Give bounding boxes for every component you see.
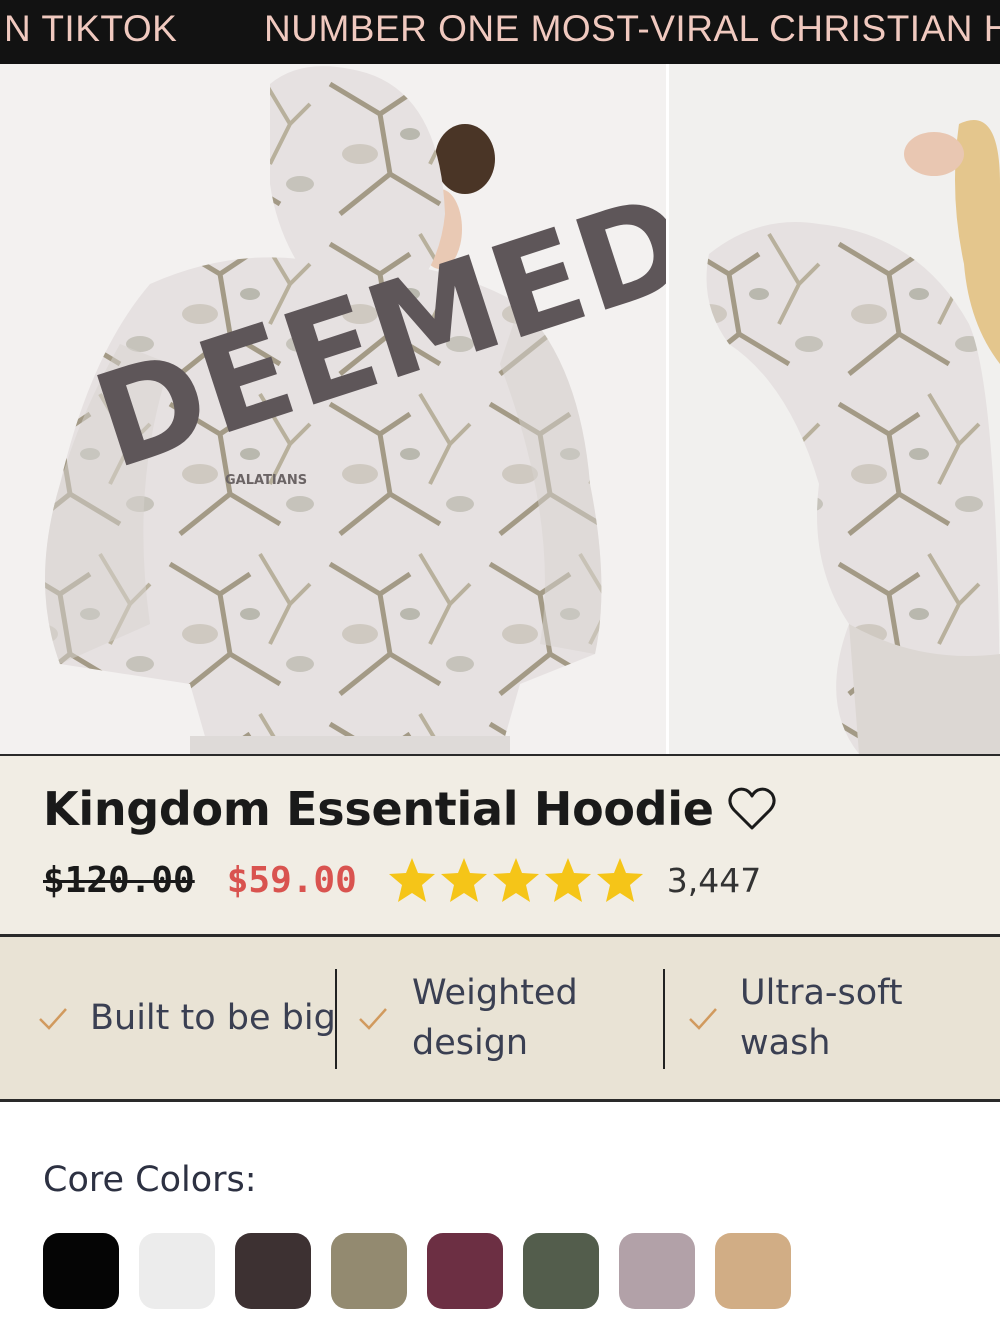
product-image-next[interactable]: [666, 64, 1000, 754]
print-small-text: GALATIANS: [225, 473, 307, 488]
feature-label: Built to be big: [90, 998, 336, 1038]
rating-stars[interactable]: [387, 856, 647, 904]
color-swatch[interactable]: [43, 1233, 119, 1309]
star-icon: [544, 858, 591, 902]
color-swatches: [43, 1233, 811, 1309]
color-swatch[interactable]: [715, 1233, 791, 1309]
announcement-item: N TIKTOK: [4, 8, 178, 49]
color-swatch[interactable]: [427, 1233, 503, 1309]
color-swatch[interactable]: [523, 1233, 599, 1309]
colors-heading: Core Colors:: [43, 1160, 257, 1200]
feature-label: Ultra-soft wash: [740, 973, 903, 1063]
sale-price: $59.00: [226, 859, 357, 901]
compare-at-price: $120.00: [43, 859, 195, 901]
feature-highlights: Built to be big Weighted design Ultra-so…: [0, 934, 1000, 1102]
feature-divider: [663, 969, 665, 1069]
color-swatch[interactable]: [235, 1233, 311, 1309]
announcement-bar: N TIKTOK NUMBER ONE MOST-VIRAL CHRISTIAN…: [0, 0, 1000, 64]
check-icon: [359, 1008, 387, 1030]
feature-item: Weighted design: [356, 937, 656, 1099]
announcement-item: NUMBER ONE MOST-VIRAL CHRISTIAN H: [264, 8, 1000, 49]
feature-divider: [335, 969, 337, 1069]
star-icon: [388, 858, 435, 902]
heart-icon[interactable]: [726, 785, 778, 833]
feature-item: Ultra-soft wash: [686, 937, 986, 1099]
star-icon: [492, 858, 539, 902]
product-title: Kingdom Essential Hoodie: [43, 782, 714, 836]
star-icon: [596, 858, 643, 902]
color-swatch[interactable]: [139, 1233, 215, 1309]
product-image-main[interactable]: DEEMED GALATIANS: [0, 64, 666, 754]
product-image-gallery[interactable]: DEEMED GALATIANS: [0, 64, 1000, 754]
star-icon: [440, 858, 487, 902]
color-swatch[interactable]: [619, 1233, 695, 1309]
review-count[interactable]: 3,447: [667, 861, 761, 900]
check-icon: [689, 1008, 717, 1030]
feature-label: Weighted design: [412, 973, 578, 1063]
product-info-panel: Kingdom Essential Hoodie $120.00 $59.00 …: [0, 754, 1000, 934]
color-swatch[interactable]: [331, 1233, 407, 1309]
check-icon: [39, 1008, 67, 1030]
feature-item: Built to be big: [36, 937, 336, 1099]
